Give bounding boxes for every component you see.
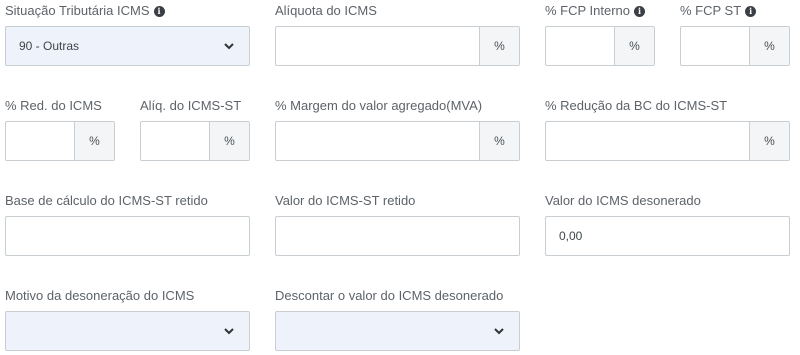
red-icms-field[interactable]: % (5, 121, 115, 161)
fcp-st-text: % FCP ST (680, 3, 742, 18)
info-icon[interactable]: i (745, 5, 757, 17)
fcp-interno-input[interactable] (546, 27, 614, 65)
descontar-desonerado-label: Descontar o valor do ICMS desonerado (275, 288, 504, 303)
percent-suffix: % (479, 122, 519, 160)
percent-suffix: % (749, 122, 789, 160)
percent-suffix: % (209, 122, 249, 160)
aliquota-icms-label: Alíquota do ICMS (275, 3, 377, 18)
fcp-interno-text: % FCP Interno (545, 3, 631, 18)
valor-st-retido-field[interactable] (275, 216, 520, 256)
chevron-down-icon (224, 43, 234, 50)
info-icon[interactable]: i (153, 5, 165, 17)
red-icms-input[interactable] (6, 122, 74, 160)
aliquota-icms-field[interactable]: % (275, 26, 520, 66)
fcp-interno-label: % FCP Interno i (545, 3, 646, 19)
percent-suffix: % (74, 122, 114, 160)
red-bc-st-field[interactable]: % (545, 121, 790, 161)
situacao-tributaria-select[interactable]: 90 - Outras (5, 26, 250, 66)
info-icon[interactable]: i (634, 5, 646, 17)
motivo-desoneracao-select[interactable] (5, 311, 250, 351)
valor-desonerado-field[interactable]: 0,00 (545, 216, 790, 256)
chevron-down-icon (224, 328, 234, 335)
base-st-retido-input[interactable] (6, 217, 249, 255)
aliq-icms-st-label: Alíq. do ICMS-ST (140, 98, 242, 113)
mva-input[interactable] (276, 122, 479, 160)
situacao-tributaria-label: Situação Tributária ICMS i (5, 3, 165, 19)
valor-st-retido-input[interactable] (276, 217, 519, 255)
base-st-retido-field[interactable] (5, 216, 250, 256)
valor-st-retido-label: Valor do ICMS-ST retido (275, 193, 416, 208)
descontar-desonerado-select[interactable] (275, 311, 520, 351)
situacao-tributaria-text: Situação Tributária ICMS (5, 3, 150, 18)
red-bc-st-label: % Redução da BC do ICMS-ST (545, 98, 728, 113)
mva-field[interactable]: % (275, 121, 520, 161)
aliq-icms-st-field[interactable]: % (140, 121, 250, 161)
mva-label: % Margem do valor agregado(MVA) (275, 98, 483, 113)
valor-desonerado-input[interactable]: 0,00 (546, 217, 789, 255)
chevron-down-icon (494, 328, 504, 335)
aliq-icms-st-input[interactable] (141, 122, 209, 160)
descontar-desonerado-value (276, 312, 519, 350)
red-icms-label: % Red. do ICMS (5, 98, 102, 113)
fcp-interno-field[interactable]: % (545, 26, 655, 66)
red-bc-st-input[interactable] (546, 122, 749, 160)
fcp-st-input[interactable] (681, 27, 749, 65)
percent-suffix: % (749, 27, 789, 65)
motivo-desoneracao-value (6, 312, 249, 350)
situacao-tributaria-value: 90 - Outras (19, 39, 80, 53)
valor-desonerado-label: Valor do ICMS desonerado (545, 193, 701, 208)
fcp-st-field[interactable]: % (680, 26, 790, 66)
motivo-desoneracao-label: Motivo da desoneração do ICMS (5, 288, 195, 303)
percent-suffix: % (614, 27, 654, 65)
aliquota-icms-input[interactable] (276, 27, 479, 65)
percent-suffix: % (479, 27, 519, 65)
base-st-retido-label: Base de cálculo do ICMS-ST retido (5, 193, 208, 208)
fcp-st-label: % FCP ST i (680, 3, 757, 19)
